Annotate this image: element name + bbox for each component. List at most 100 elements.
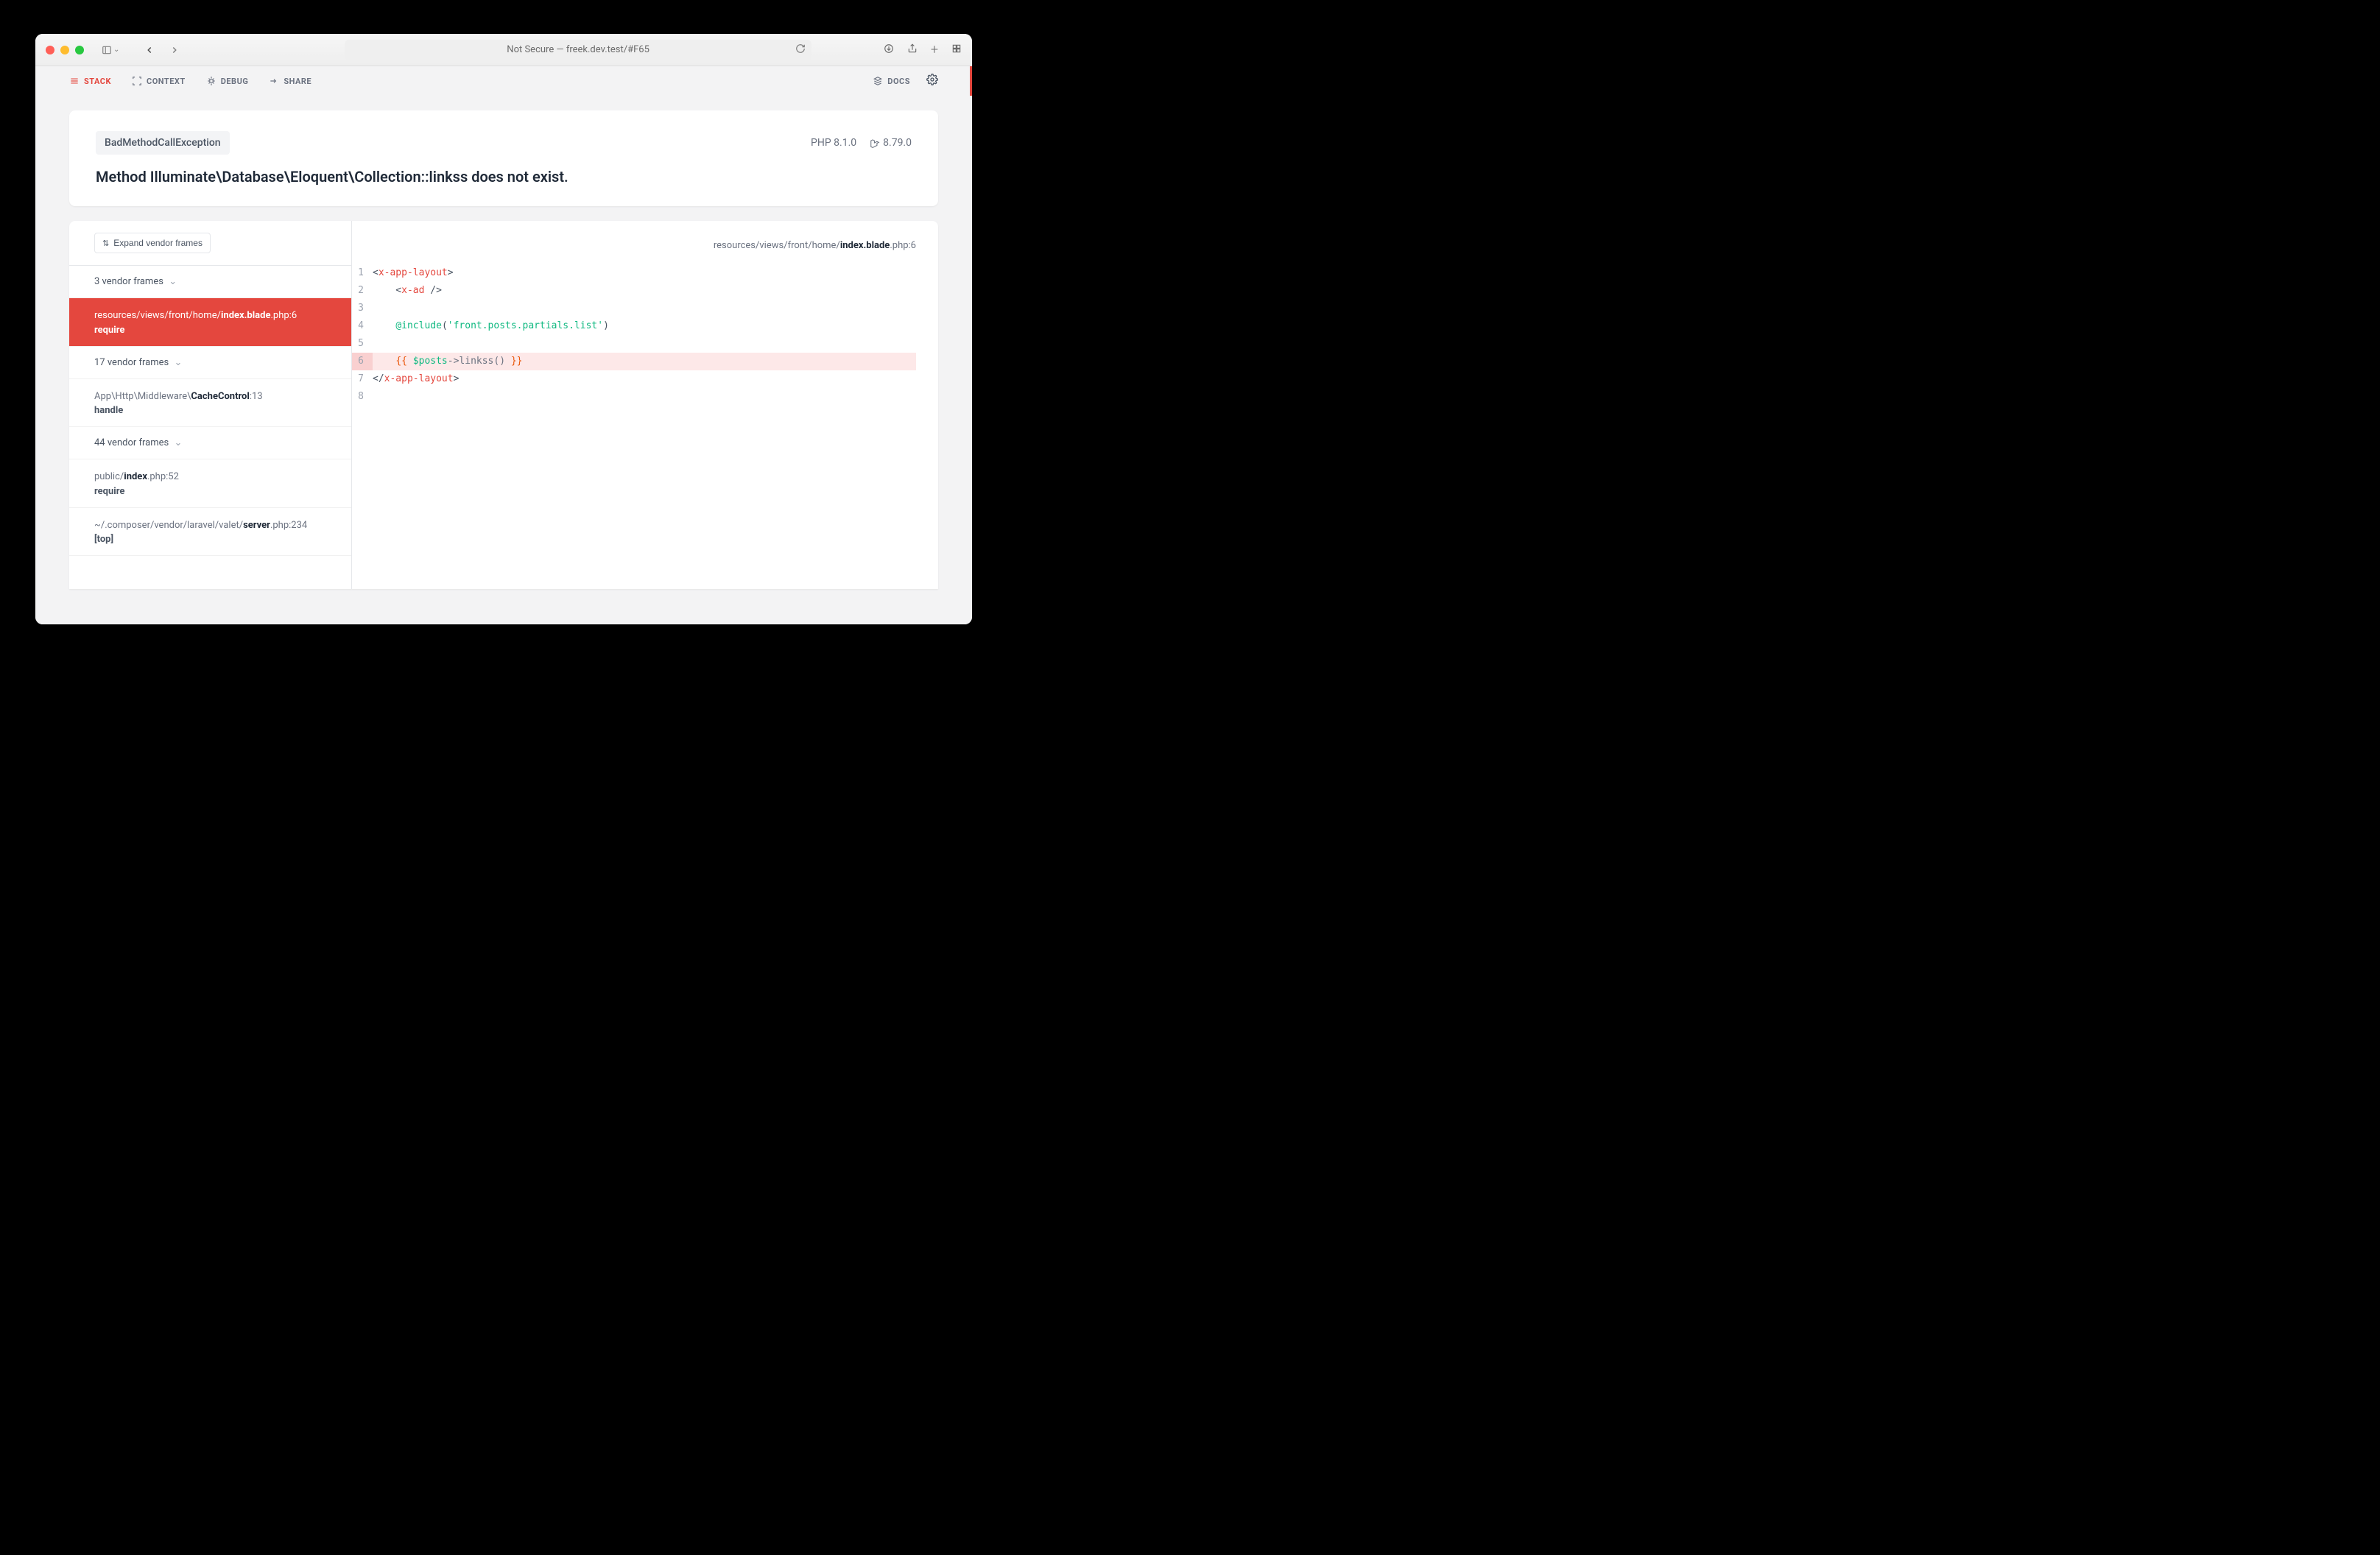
accent-stripe xyxy=(970,66,972,96)
line-number: 2 xyxy=(352,282,373,300)
code-line: 3 xyxy=(352,300,916,317)
line-number: 3 xyxy=(352,300,373,317)
expand-vendor-label: Expand vendor frames xyxy=(113,238,203,248)
code-token: $posts xyxy=(413,356,448,367)
frame-path-file: server xyxy=(243,520,270,531)
frame-path-suffix: :13 xyxy=(250,391,263,402)
code-token: x-ad xyxy=(401,285,424,296)
vendor-frame-group[interactable]: 17 vendor frames ⌄ xyxy=(69,347,351,379)
settings-button[interactable] xyxy=(926,74,938,88)
code-filepath: resources/views/front/home/index.blade.p… xyxy=(352,233,916,264)
frame-path-suffix: .php:234 xyxy=(270,520,307,531)
frame-path-prefix: resources/views/front/home/ xyxy=(94,310,221,321)
vendor-group-label: 44 vendor frames xyxy=(94,437,169,448)
nav-forward-button[interactable] xyxy=(165,43,184,57)
code-line-highlighted: 6 {{ $posts->linkss() }} xyxy=(352,353,916,370)
traffic-lights xyxy=(46,46,84,54)
frame-path-file: CacheControl xyxy=(191,391,249,402)
stack-frame[interactable]: App\Http\Middleware\CacheControl:13 hand… xyxy=(69,379,351,428)
frame-method: require xyxy=(94,325,326,336)
chevron-down-icon: ⌄ xyxy=(169,276,177,287)
tab-stack-label: STACK xyxy=(84,77,111,86)
minimize-window-button[interactable] xyxy=(60,46,69,54)
code-token: @include xyxy=(395,320,442,331)
code-line: 8 xyxy=(352,388,916,406)
stack-area: ⇅ Expand vendor frames 3 vendor frames ⌄… xyxy=(69,221,938,589)
tab-context-label: CONTEXT xyxy=(147,77,186,86)
nav-back-button[interactable] xyxy=(140,43,159,57)
frame-path-suffix: .php:6 xyxy=(270,310,297,321)
frame-path-suffix: .php:52 xyxy=(147,471,179,482)
tab-overview-button[interactable] xyxy=(951,43,962,57)
share-button[interactable] xyxy=(907,43,918,57)
exception-class-badge: BadMethodCallException xyxy=(96,131,230,155)
code-token: x-app-layout xyxy=(379,267,448,278)
line-number: 7 xyxy=(352,370,373,388)
ignition-tabbar: STACK CONTEXT DEBUG SHARE DOCS xyxy=(35,66,972,96)
exception-card: BadMethodCallException PHP 8.1.0 8.79.0 … xyxy=(69,110,938,206)
docs-link[interactable]: DOCS xyxy=(873,76,910,86)
tab-stack[interactable]: STACK xyxy=(69,76,111,86)
laravel-version: 8.79.0 xyxy=(870,137,912,149)
close-window-button[interactable] xyxy=(46,46,54,54)
stack-frame-active[interactable]: resources/views/front/home/index.blade.p… xyxy=(69,298,351,347)
frame-path-prefix: App\Http\Middleware\ xyxy=(94,391,191,402)
code-token: {{ xyxy=(395,356,412,367)
frame-method: [top] xyxy=(94,534,326,545)
frame-method: require xyxy=(94,486,326,497)
frame-path-prefix: ~/.composer/vendor/laravel/valet/ xyxy=(94,520,243,531)
line-number: 1 xyxy=(352,264,373,282)
maximize-window-button[interactable] xyxy=(75,46,84,54)
code-token: ->linkss() xyxy=(448,356,511,367)
line-number: 6 xyxy=(352,353,373,370)
vendor-frame-group[interactable]: 3 vendor frames ⌄ xyxy=(69,266,351,298)
code-panel: resources/views/front/home/index.blade.p… xyxy=(352,221,938,589)
line-number: 8 xyxy=(352,388,373,406)
right-toolbar: + xyxy=(884,42,962,57)
code-line: 2 <x-ad /> xyxy=(352,282,916,300)
docs-label: DOCS xyxy=(887,77,910,86)
laravel-icon xyxy=(870,138,880,148)
stack-frame[interactable]: public/index.php:52 require xyxy=(69,459,351,508)
browser-window: ⌄ Not Secure — freek.dev.test/#F65 + xyxy=(35,34,972,624)
tab-share[interactable]: SHARE xyxy=(269,76,311,86)
code-token: x-app-layout xyxy=(384,373,454,384)
downloads-button[interactable] xyxy=(884,43,894,57)
frame-path-prefix: public/ xyxy=(94,471,124,482)
expand-vendor-frames-button[interactable]: ⇅ Expand vendor frames xyxy=(94,233,211,253)
filepath-suffix: .php:6 xyxy=(890,240,916,251)
sidebar-toggle-button[interactable]: ⌄ xyxy=(97,43,124,57)
titlebar: ⌄ Not Secure — freek.dev.test/#F65 + xyxy=(35,34,972,66)
code-line: 7 </x-app-layout> xyxy=(352,370,916,388)
tab-debug[interactable]: DEBUG xyxy=(206,76,249,86)
line-number: 4 xyxy=(352,317,373,335)
page-content: STACK CONTEXT DEBUG SHARE DOCS xyxy=(35,66,972,624)
code-block: 1 <x-app-layout> 2 <x-ad /> 3 4 @include… xyxy=(352,264,916,406)
tab-debug-label: DEBUG xyxy=(221,77,249,86)
filepath-prefix: resources/views/front/home/ xyxy=(714,240,840,251)
chevron-down-icon: ⌄ xyxy=(174,357,182,368)
stack-frames-panel: ⇅ Expand vendor frames 3 vendor frames ⌄… xyxy=(69,221,352,589)
stack-frame[interactable]: ~/.composer/vendor/laravel/valet/server.… xyxy=(69,508,351,557)
vendor-group-label: 3 vendor frames xyxy=(94,276,163,287)
tab-context[interactable]: CONTEXT xyxy=(132,76,186,86)
chevron-down-icon: ⌄ xyxy=(174,437,182,448)
code-line: 5 xyxy=(352,335,916,353)
php-version: PHP 8.1.0 xyxy=(811,137,856,149)
env-info: PHP 8.1.0 8.79.0 xyxy=(811,137,912,149)
new-tab-button[interactable]: + xyxy=(931,42,938,57)
line-number: 5 xyxy=(352,335,373,353)
frame-path-file: index xyxy=(124,471,147,482)
vendor-frame-group[interactable]: 44 vendor frames ⌄ xyxy=(69,427,351,459)
code-line: 4 @include('front.posts.partials.list') xyxy=(352,317,916,335)
code-line: 1 <x-app-layout> xyxy=(352,264,916,282)
code-token: }} xyxy=(511,356,523,367)
address-text: Not Secure — freek.dev.test/#F65 xyxy=(507,44,649,55)
frame-path-file: index.blade xyxy=(221,310,271,321)
reload-button[interactable] xyxy=(795,43,806,57)
code-token: 'front.posts.partials.list' xyxy=(448,320,603,331)
address-bar[interactable]: Not Secure — freek.dev.test/#F65 xyxy=(345,40,811,60)
filepath-file: index.blade xyxy=(840,240,890,251)
laravel-version-text: 8.79.0 xyxy=(883,137,912,149)
tab-share-label: SHARE xyxy=(284,77,311,86)
